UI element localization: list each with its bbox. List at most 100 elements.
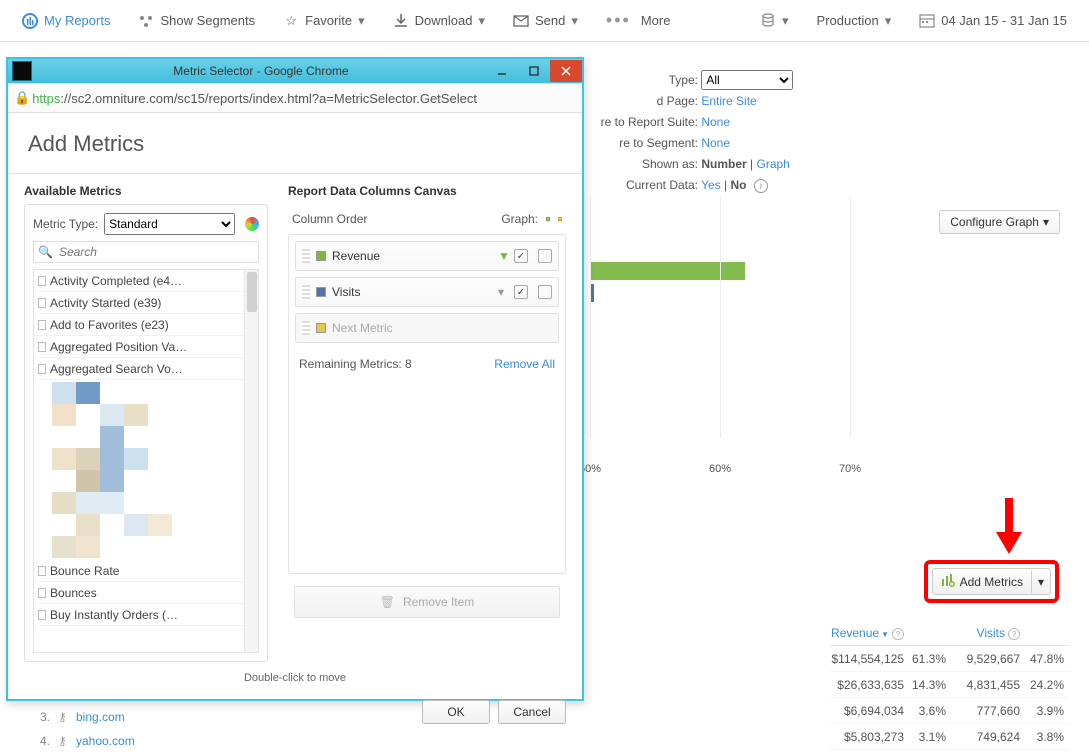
favorite-link[interactable]: ☆ Favorite ▾ xyxy=(269,0,379,42)
checkbox-secondary[interactable] xyxy=(538,285,552,299)
send-link[interactable]: Send ▾ xyxy=(499,0,592,42)
database-link[interactable]: ▾ xyxy=(746,0,803,42)
table-row: $26,633,63514.3%4,831,45524.2% xyxy=(830,672,1070,698)
metric-icon xyxy=(38,364,46,374)
trash-icon: 🗑 xyxy=(380,595,395,609)
button-row: OK Cancel xyxy=(8,694,582,730)
list-item[interactable]: Activity Completed (e4… xyxy=(34,270,258,292)
table-row: $5,803,2733.1%749,6243.8% xyxy=(830,724,1070,750)
maximize-button[interactable] xyxy=(518,60,550,82)
filter-icon[interactable] xyxy=(245,217,259,231)
checkbox-graph[interactable]: ✓ xyxy=(514,249,528,263)
list-item[interactable]: Buy Instantly Orders (… xyxy=(34,604,258,626)
lock-closed-icon[interactable] xyxy=(558,217,562,221)
list-item[interactable]: Add to Favorites (e23) xyxy=(34,314,258,336)
canvas-metric-revenue[interactable]: Revenue ▼ ✓ xyxy=(295,241,559,271)
list-item[interactable]: Bounces xyxy=(34,582,258,604)
shown-number[interactable]: Number xyxy=(701,157,746,171)
caret-down-icon: ▾ xyxy=(782,13,789,29)
more-link[interactable]: ••• More xyxy=(592,0,685,42)
column-order-label: Column Order xyxy=(292,212,367,226)
workspace-selector[interactable]: Production ▾ xyxy=(803,0,906,42)
remaining-label: Remaining Metrics: 8 xyxy=(299,357,412,371)
add-metrics-button[interactable]: Add Metrics ▾ xyxy=(932,568,1051,595)
caret-down-icon: ▾ xyxy=(571,13,578,29)
hint-text: Double-click to move xyxy=(8,662,582,694)
drag-handle-icon[interactable] xyxy=(302,285,310,299)
suite-link[interactable]: None xyxy=(701,115,730,129)
search-input[interactable] xyxy=(59,245,254,259)
segment-link[interactable]: None xyxy=(701,136,730,150)
sort-desc-icon: ▼ xyxy=(881,630,889,639)
metric-type-label: Metric Type: xyxy=(33,217,98,231)
configure-graph-button[interactable]: Configure Graph▾ xyxy=(939,210,1060,234)
download-icon xyxy=(393,13,409,29)
segments-icon xyxy=(138,13,154,29)
current-yes[interactable]: Yes xyxy=(701,178,721,192)
close-button[interactable] xyxy=(550,60,582,82)
ok-button[interactable]: OK xyxy=(422,700,490,724)
list-item[interactable]: Aggregated Position Va… xyxy=(34,336,258,358)
current-no[interactable]: No xyxy=(731,178,747,192)
cancel-button[interactable]: Cancel xyxy=(498,700,566,724)
tick-60: 60% xyxy=(709,463,731,475)
canvas-metric-visits[interactable]: Visits ▾ ✓ xyxy=(295,277,559,307)
graph-label: Graph: xyxy=(501,212,538,226)
search-input-wrap: 🔍 xyxy=(33,241,259,263)
metric-icon xyxy=(38,588,46,598)
drag-handle-icon[interactable] xyxy=(302,249,310,263)
help-icon[interactable]: i xyxy=(754,179,768,193)
list-item[interactable]: Activity Started (e39) xyxy=(34,292,258,314)
page-link[interactable]: Entire Site xyxy=(701,94,756,108)
canvas-metric-placeholder[interactable]: Next Metric xyxy=(295,313,559,343)
caret-down-icon: ▾ xyxy=(1043,215,1049,229)
star-icon: ☆ xyxy=(283,13,299,29)
help-icon: ? xyxy=(892,628,904,640)
add-metrics-caret[interactable]: ▾ xyxy=(1031,571,1050,593)
tick-70: 70% xyxy=(839,463,861,475)
color-swatch xyxy=(316,251,326,261)
col-revenue[interactable]: Revenue▼? xyxy=(830,626,904,640)
shown-graph[interactable]: Graph xyxy=(756,157,789,171)
type-select[interactable]: All xyxy=(701,70,793,90)
url-bar[interactable]: 🔒 https://sc2.omniture.com/sc15/reports/… xyxy=(8,83,582,113)
table-row: $6,694,0343.6%777,6603.9% xyxy=(830,698,1070,724)
table-row: $114,554,12561.3%9,529,66747.8% xyxy=(830,646,1070,672)
search-icon: 🔍 xyxy=(38,245,53,259)
window-titlebar[interactable]: Metric Selector - Google Chrome xyxy=(8,59,582,83)
available-metrics-list[interactable]: Activity Completed (e4… Activity Started… xyxy=(33,269,259,653)
drag-handle-icon[interactable] xyxy=(302,321,310,335)
metric-type-select[interactable]: Standard xyxy=(104,213,235,235)
type-label: Type: xyxy=(590,70,698,91)
metric-icon xyxy=(38,342,46,352)
metric-selector-modal: Metric Selector - Google Chrome 🔒 https:… xyxy=(6,57,584,701)
date-range-selector[interactable]: 04 Jan 15 - 31 Jan 15 xyxy=(905,0,1081,42)
more-label: More xyxy=(641,13,671,28)
suite-label: re to Report Suite: xyxy=(590,112,698,133)
minimize-button[interactable] xyxy=(486,60,518,82)
list-item[interactable]: Aggregated Search Vo… xyxy=(34,358,258,380)
download-label: Download xyxy=(415,13,473,28)
chevron-down-icon[interactable]: ▼ xyxy=(498,249,508,263)
checkbox-secondary[interactable] xyxy=(538,249,552,263)
checkbox-graph[interactable]: ✓ xyxy=(514,285,528,299)
calendar-icon xyxy=(919,13,935,29)
remove-item-button[interactable]: 🗑 Remove Item xyxy=(294,586,560,618)
my-reports-link[interactable]: My Reports xyxy=(8,0,124,42)
show-segments-link[interactable]: Show Segments xyxy=(124,0,269,42)
lock-open-icon[interactable] xyxy=(546,217,550,221)
chevron-down-icon[interactable]: ▾ xyxy=(498,285,508,299)
date-range-label: 04 Jan 15 - 31 Jan 15 xyxy=(941,13,1067,28)
list-item[interactable]: Bounce Rate xyxy=(34,560,258,582)
help-icon: ? xyxy=(1008,628,1020,640)
col-visits[interactable]: Visits? xyxy=(946,626,1020,640)
download-link[interactable]: Download ▾ xyxy=(379,0,499,42)
url-host: ://sc2.omniture.com xyxy=(60,91,173,106)
canvas-list: Revenue ▼ ✓ Visits ▾ ✓ Next Metric xyxy=(288,234,566,574)
domain-link[interactable]: yahoo.com xyxy=(76,734,135,748)
url-scheme: https xyxy=(32,91,60,106)
remove-all-link[interactable]: Remove All xyxy=(494,357,555,371)
scrollbar[interactable] xyxy=(244,270,258,652)
send-label: Send xyxy=(535,13,565,28)
scrollbar-thumb[interactable] xyxy=(247,272,257,312)
